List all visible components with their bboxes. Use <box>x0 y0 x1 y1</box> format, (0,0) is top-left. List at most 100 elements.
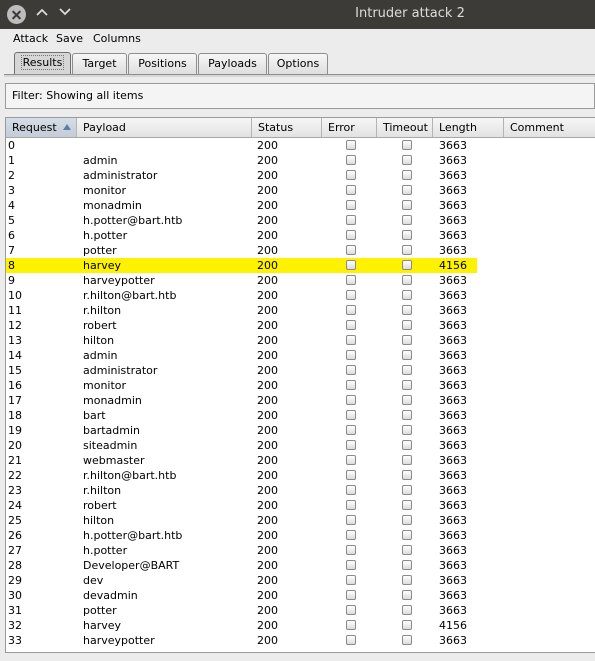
table-row[interactable]: 18 bart 200 3663 <box>6 408 595 423</box>
cell-length: 3663 <box>439 214 467 227</box>
table-row[interactable]: 33 harveypotter 200 3663 <box>6 633 595 648</box>
table-row[interactable]: 4 monadmin 200 3663 <box>6 198 595 213</box>
table-row[interactable]: 27 h.potter 200 3663 <box>6 543 595 558</box>
error-checkbox <box>346 260 356 270</box>
cell-request: 25 <box>8 514 22 527</box>
table-row[interactable]: 25 hilton 200 3663 <box>6 513 595 528</box>
error-checkbox <box>346 425 356 435</box>
table-row[interactable]: 3 monitor 200 3663 <box>6 183 595 198</box>
timeout-checkbox <box>402 215 412 225</box>
error-checkbox <box>346 170 356 180</box>
timeout-checkbox <box>402 605 412 615</box>
table-row[interactable]: 1 admin 200 3663 <box>6 153 595 168</box>
table-row[interactable]: 21 webmaster 200 3663 <box>6 453 595 468</box>
column-header-comment[interactable]: Comment <box>504 118 595 137</box>
menu-columns[interactable]: Columns <box>93 32 141 45</box>
tab-payloads[interactable]: Payloads <box>198 53 267 74</box>
timeout-checkbox <box>402 560 412 570</box>
table-row[interactable]: 19 bartadmin 200 3663 <box>6 423 595 438</box>
cell-status: 200 <box>257 244 278 257</box>
cell-length: 3663 <box>439 559 467 572</box>
table-row[interactable]: 12 robert 200 3663 <box>6 318 595 333</box>
cell-length: 3663 <box>439 289 467 302</box>
menu-attack[interactable]: Attack <box>13 32 48 45</box>
column-header-payload[interactable]: Payload <box>77 118 252 137</box>
table-row[interactable]: 20 siteadmin 200 3663 <box>6 438 595 453</box>
timeout-checkbox <box>402 170 412 180</box>
tab-options[interactable]: Options <box>268 53 328 74</box>
cell-request: 19 <box>8 424 22 437</box>
chevron-up-icon[interactable] <box>32 4 52 24</box>
column-header-status-label: Status <box>258 121 294 134</box>
table-row[interactable]: 7 potter 200 3663 <box>6 243 595 258</box>
chevron-down-icon[interactable] <box>55 4 75 24</box>
table-row[interactable]: 22 r.hilton@bart.htb 200 3663 <box>6 468 595 483</box>
table-row[interactable]: 13 hilton 200 3663 <box>6 333 595 348</box>
cell-request: 4 <box>8 199 15 212</box>
table-row[interactable]: 14 admin 200 3663 <box>6 348 595 363</box>
table-row[interactable]: 8 harvey 200 4156 <box>6 258 477 273</box>
filter-text: Filter: Showing all items <box>12 89 144 102</box>
cell-request: 8 <box>8 259 15 272</box>
timeout-checkbox <box>402 440 412 450</box>
timeout-checkbox <box>402 155 412 165</box>
column-header-request[interactable]: Request <box>6 118 77 137</box>
cell-request: 22 <box>8 469 22 482</box>
table-row[interactable]: 30 devadmin 200 3663 <box>6 588 595 603</box>
filter-bar[interactable]: Filter: Showing all items <box>5 83 595 109</box>
error-checkbox <box>346 620 356 630</box>
error-checkbox <box>346 485 356 495</box>
cell-length: 3663 <box>439 274 467 287</box>
error-checkbox <box>346 290 356 300</box>
table-row[interactable]: 24 robert 200 3663 <box>6 498 595 513</box>
cell-status: 200 <box>257 259 278 272</box>
cell-status: 200 <box>257 409 278 422</box>
cell-status: 200 <box>257 424 278 437</box>
cell-status: 200 <box>257 289 278 302</box>
cell-length: 3663 <box>439 184 467 197</box>
table-row[interactable]: 9 harveypotter 200 3663 <box>6 273 595 288</box>
timeout-checkbox <box>402 275 412 285</box>
cell-request: 1 <box>8 154 15 167</box>
table-row[interactable]: 15 administrator 200 3663 <box>6 363 595 378</box>
column-header-length[interactable]: Length <box>433 118 504 137</box>
tab-target[interactable]: Target <box>72 53 127 74</box>
timeout-checkbox <box>402 290 412 300</box>
close-icon[interactable] <box>7 5 26 24</box>
table-row[interactable]: 11 r.hilton 200 3663 <box>6 303 595 318</box>
tab-positions[interactable]: Positions <box>128 53 197 74</box>
error-checkbox <box>346 335 356 345</box>
cell-status: 200 <box>257 184 278 197</box>
column-header-status[interactable]: Status <box>252 118 322 137</box>
cell-status: 200 <box>257 439 278 452</box>
column-header-timeout[interactable]: Timeout <box>377 118 433 137</box>
timeout-checkbox <box>402 230 412 240</box>
cell-request: 27 <box>8 544 22 557</box>
table-row[interactable]: 26 h.potter@bart.htb 200 3663 <box>6 528 595 543</box>
table-row[interactable]: 17 monadmin 200 3663 <box>6 393 595 408</box>
table-row[interactable]: 28 Developer@BART 200 3663 <box>6 558 595 573</box>
cell-status: 200 <box>257 274 278 287</box>
timeout-checkbox <box>402 260 412 270</box>
cell-payload: harvey <box>83 619 122 632</box>
table-row[interactable]: 16 monitor 200 3663 <box>6 378 595 393</box>
cell-payload: hilton <box>83 334 115 347</box>
table-row[interactable]: 0 200 3663 <box>6 138 595 153</box>
menu-save[interactable]: Save <box>56 32 83 45</box>
table-row[interactable]: 29 dev 200 3663 <box>6 573 595 588</box>
table-row[interactable]: 31 potter 200 3663 <box>6 603 595 618</box>
error-checkbox <box>346 410 356 420</box>
tab-options-label: Options <box>276 57 320 70</box>
table-row[interactable]: 2 administrator 200 3663 <box>6 168 595 183</box>
column-header-error[interactable]: Error <box>322 118 377 137</box>
timeout-checkbox <box>402 380 412 390</box>
table-row[interactable]: 10 r.hilton@bart.htb 200 3663 <box>6 288 595 303</box>
cell-status: 200 <box>257 199 278 212</box>
table-row[interactable]: 6 h.potter 200 3663 <box>6 228 595 243</box>
cell-request: 2 <box>8 169 15 182</box>
cell-payload: dev <box>83 574 104 587</box>
tab-results[interactable]: Results <box>14 52 71 75</box>
table-row[interactable]: 32 harvey 200 4156 <box>6 618 595 633</box>
table-row[interactable]: 23 r.hilton 200 3663 <box>6 483 595 498</box>
table-row[interactable]: 5 h.potter@bart.htb 200 3663 <box>6 213 595 228</box>
